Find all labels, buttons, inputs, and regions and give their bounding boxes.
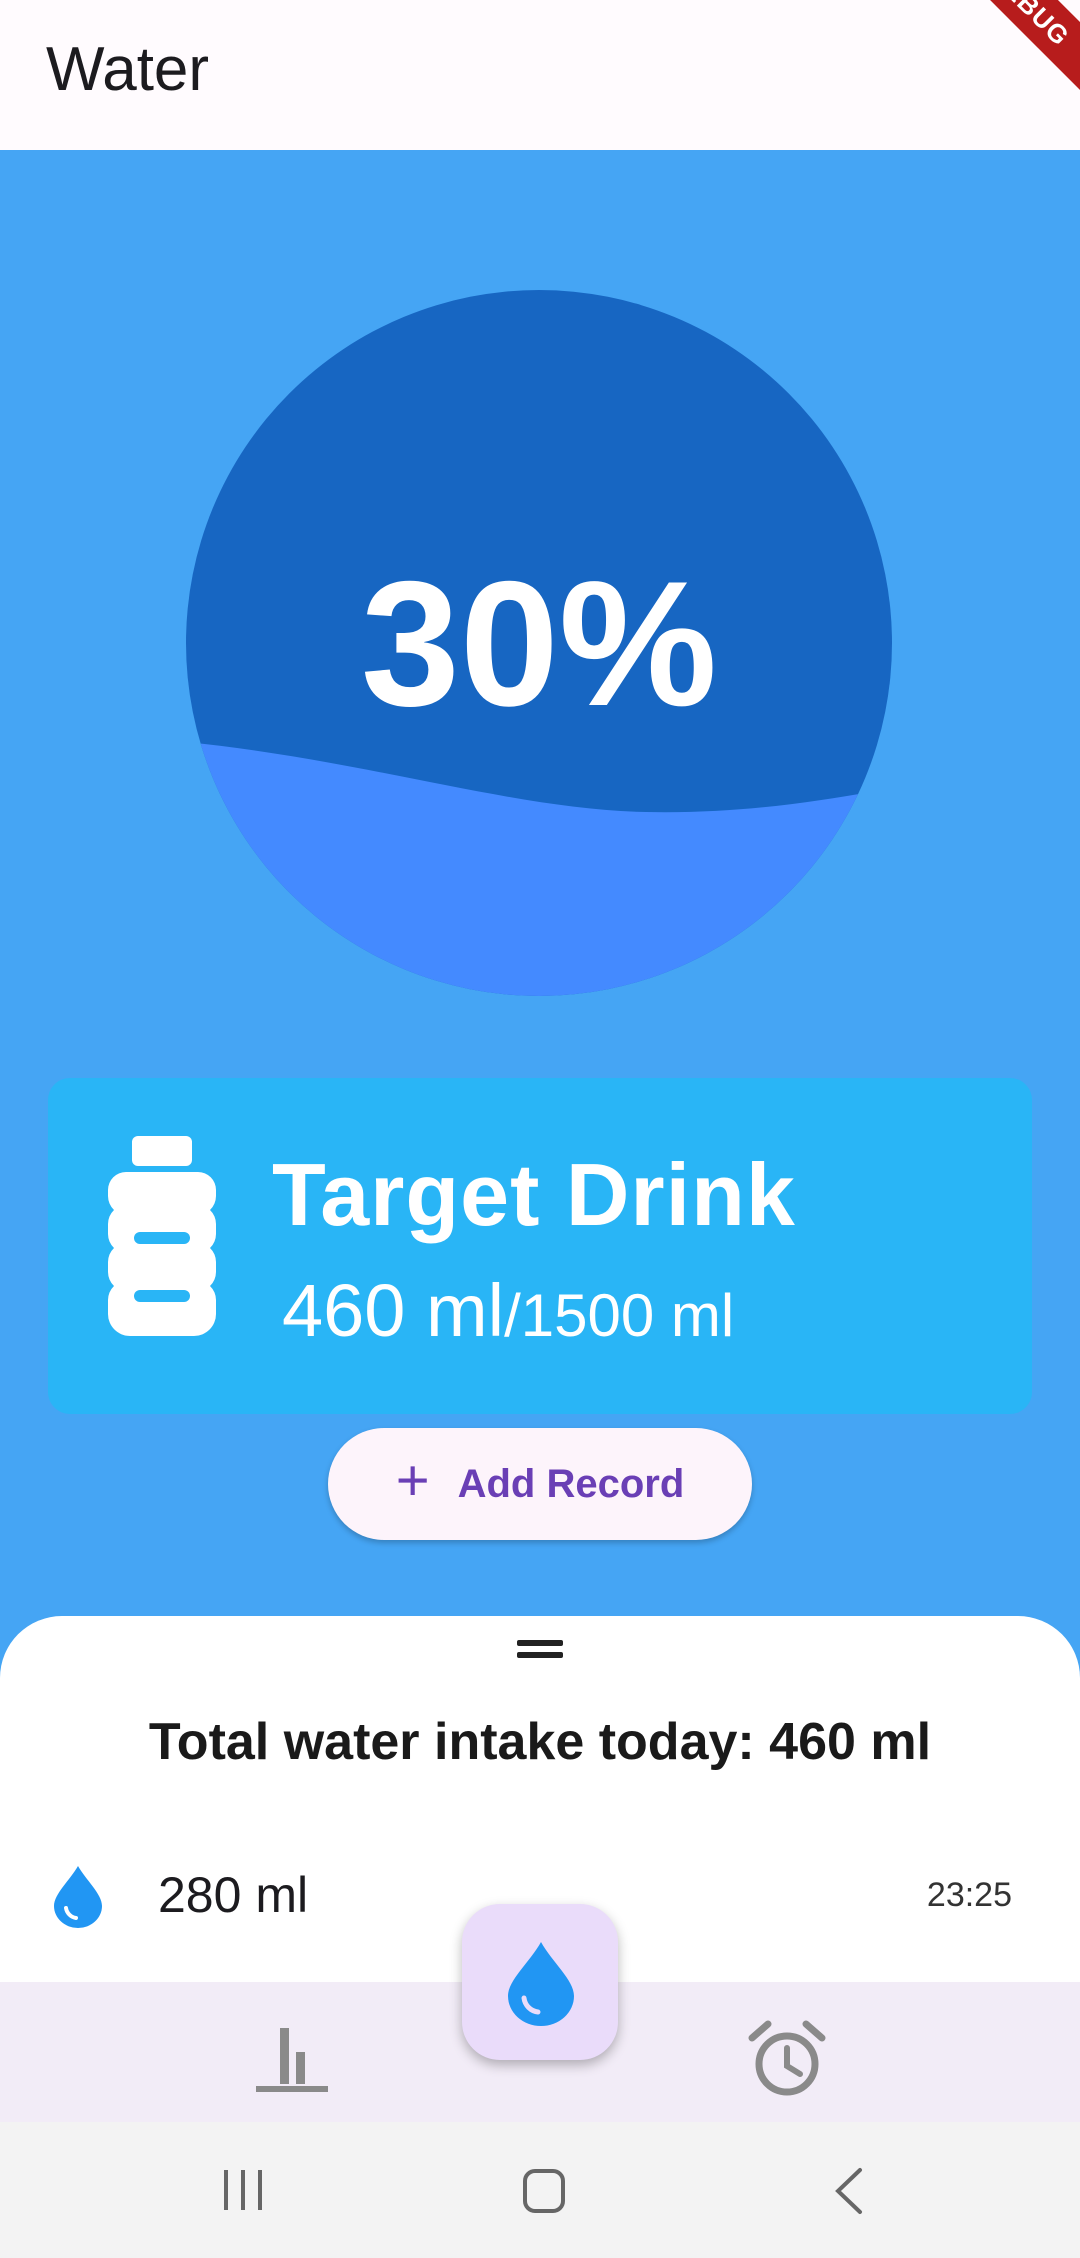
page-title: Water xyxy=(46,35,210,104)
current-intake: 460 ml xyxy=(282,1269,505,1352)
total-intake-title: Total water intake today: 460 ml xyxy=(148,1713,932,1771)
system-navigation-bar xyxy=(0,2122,1080,2258)
target-drink-card: Target Drink 460 ml/1500 ml xyxy=(48,1078,1032,1414)
main-content: 30% Target Drink 460 ml/1500 ml + Add Re… xyxy=(0,150,1080,1620)
percent-label: 30% xyxy=(360,543,718,743)
target-total: /1500 ml xyxy=(504,1282,735,1349)
target-progress: 460 ml/1500 ml xyxy=(282,1268,734,1353)
alarm-clock-icon[interactable] xyxy=(748,2020,826,2098)
plus-icon: + xyxy=(395,1448,430,1513)
progress-circle: 30% xyxy=(186,290,892,996)
back-icon[interactable] xyxy=(832,2166,866,2216)
target-title: Target Drink xyxy=(272,1145,796,1244)
app-bar: Water DEBUG xyxy=(0,0,1080,150)
water-bottle-icon xyxy=(108,1136,216,1336)
add-record-label: Add Record xyxy=(457,1461,685,1506)
bar-chart-icon[interactable] xyxy=(256,2024,328,2094)
recent-apps-icon[interactable] xyxy=(222,2168,264,2212)
record-time: 23:25 xyxy=(926,1876,1012,1914)
water-drop-icon xyxy=(54,1866,102,1928)
record-amount: 280 ml xyxy=(158,1867,309,1923)
water-drop-icon xyxy=(508,1942,574,2026)
home-icon[interactable] xyxy=(522,2168,566,2214)
add-water-fab[interactable] xyxy=(462,1904,618,2060)
add-record-button[interactable]: + Add Record xyxy=(328,1428,752,1540)
drag-handle[interactable] xyxy=(517,1640,563,1660)
debug-banner: DEBUG xyxy=(935,0,1080,101)
